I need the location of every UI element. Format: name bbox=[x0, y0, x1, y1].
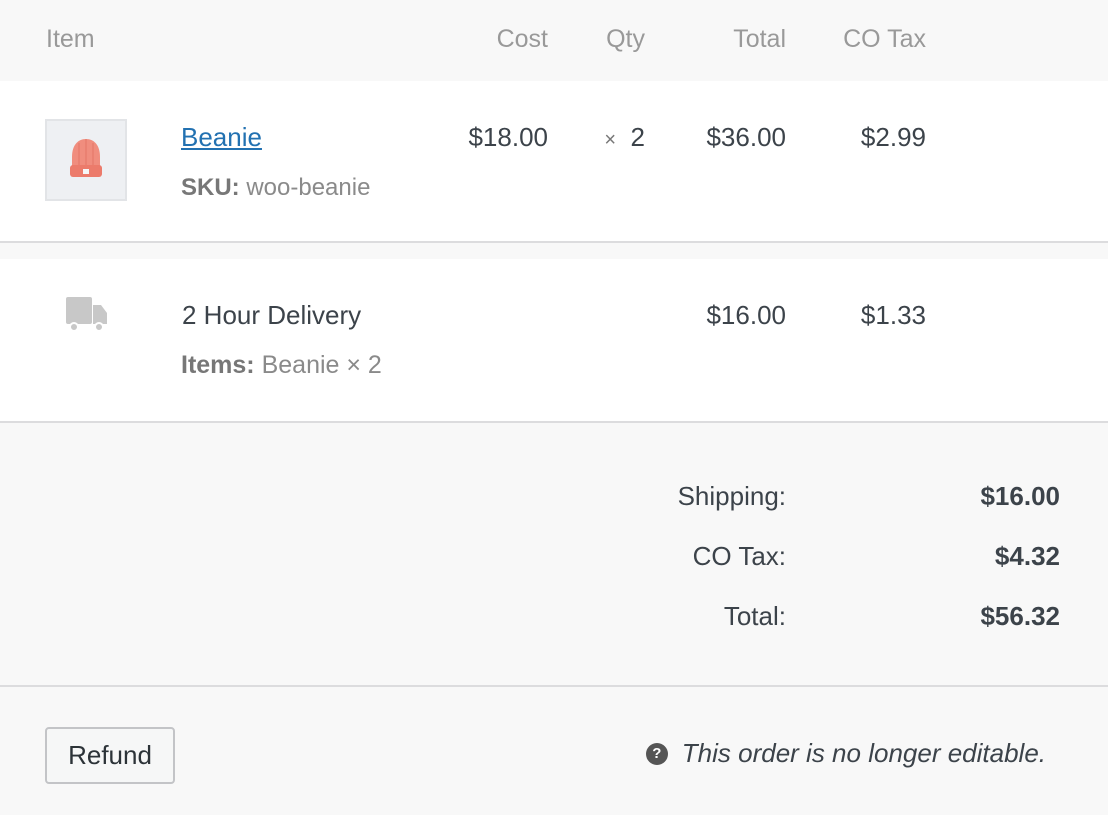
shipping-row: 2 Hour Delivery Items: Beanie × 2 $16.00… bbox=[0, 259, 1108, 423]
truck-icon bbox=[66, 297, 107, 331]
refund-button[interactable]: Refund bbox=[45, 727, 175, 784]
order-total-label: Total: bbox=[723, 601, 786, 631]
product-tax: $2.99 bbox=[860, 122, 926, 152]
sku-label: SKU: bbox=[181, 174, 240, 201]
notice-text: This order is no longer editable. bbox=[681, 738, 1046, 768]
column-header-item: Item bbox=[46, 25, 95, 53]
items-label: Items: bbox=[181, 351, 255, 379]
qty-value: 2 bbox=[630, 122, 645, 152]
column-header-tax: CO Tax bbox=[843, 25, 926, 53]
sku-value: woo-beanie bbox=[246, 174, 371, 201]
column-header-total: Total bbox=[733, 25, 786, 53]
order-not-editable-notice: ? This order is no longer editable. bbox=[645, 738, 1046, 769]
shipping-items: Items: Beanie × 2 bbox=[181, 350, 382, 380]
tax-total-label: CO Tax: bbox=[692, 541, 786, 571]
shipping-total-value: $16.00 bbox=[980, 481, 1060, 511]
qty-multiplier: × bbox=[604, 129, 617, 151]
product-qty: × 2 bbox=[604, 122, 645, 155]
footer-divider bbox=[0, 685, 1108, 687]
shipping-line-total: $16.00 bbox=[706, 300, 786, 330]
column-header-cost: Cost bbox=[496, 25, 548, 53]
shipping-total-label: Shipping: bbox=[677, 481, 786, 511]
shipping-line-tax: $1.33 bbox=[860, 300, 926, 330]
items-value: Beanie × 2 bbox=[261, 351, 382, 379]
line-item-row: Beanie SKU: woo-beanie $18.00 × 2 $36.00… bbox=[0, 81, 1108, 243]
product-thumbnail[interactable] bbox=[45, 119, 127, 201]
order-total-value: $56.32 bbox=[980, 601, 1060, 631]
shipping-method-name: 2 Hour Delivery bbox=[182, 300, 362, 330]
tax-total-value: $4.32 bbox=[994, 541, 1060, 571]
beanie-icon bbox=[70, 139, 102, 177]
product-total: $36.00 bbox=[706, 122, 786, 152]
product-name-link[interactable]: Beanie bbox=[181, 122, 262, 152]
product-sku: SKU: woo-beanie bbox=[181, 173, 370, 203]
column-header-qty: Qty bbox=[606, 25, 645, 53]
product-cost: $18.00 bbox=[468, 122, 548, 152]
help-icon[interactable]: ? bbox=[645, 742, 668, 765]
